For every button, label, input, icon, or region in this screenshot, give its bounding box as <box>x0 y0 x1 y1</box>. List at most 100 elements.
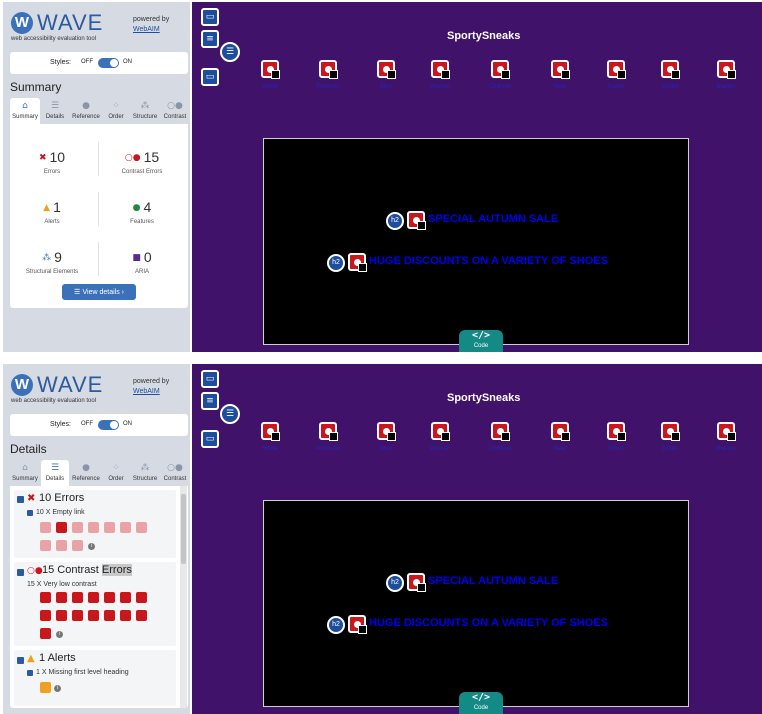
empty-link-error-icon[interactable] <box>40 522 51 533</box>
tab-order[interactable]: ⁘ Order <box>103 460 129 486</box>
tab-contrast[interactable]: ○● Contrast <box>161 98 189 124</box>
nav-item-outlet[interactable]: Outlet <box>644 60 696 90</box>
info-icon[interactable]: i <box>88 543 95 550</box>
nav-item-new[interactable]: New <box>534 60 586 90</box>
contrast-error-icon[interactable] <box>40 592 51 603</box>
nav-item-brands[interactable]: Brands <box>700 422 752 452</box>
nav-item-products[interactable]: Products <box>302 60 354 90</box>
stat-aria[interactable]: ■ 0 ARIA <box>102 248 182 275</box>
tab-reference[interactable]: ● Reference <box>69 98 103 124</box>
empty-link-error-icon[interactable] <box>431 422 450 441</box>
empty-link-error-icon[interactable] <box>551 60 570 79</box>
nav-item-brands[interactable]: Brands <box>700 60 752 90</box>
heading-h2-icon[interactable]: h2 <box>386 212 404 230</box>
heading-h2-icon[interactable]: h2 <box>386 574 404 592</box>
contrast-error-icon[interactable] <box>72 610 83 621</box>
nav-label[interactable]: Women <box>414 84 466 90</box>
contrast-error-icon[interactable] <box>348 615 367 634</box>
tab-summary[interactable]: ⌂ Summary <box>10 98 40 124</box>
nav-item-home[interactable]: Home <box>244 60 296 90</box>
empty-link-error-icon[interactable] <box>56 522 67 533</box>
code-toggle-button[interactable]: </> Code <box>459 330 503 352</box>
tab-details[interactable]: ☰ Details <box>41 460 69 486</box>
stat-errors[interactable]: ✖ 10 Errors <box>12 148 92 175</box>
empty-link-error-icon[interactable] <box>40 540 51 551</box>
nav-label[interactable]: Brands <box>700 84 752 90</box>
nav-label[interactable]: New <box>534 446 586 452</box>
empty-link-error-icon[interactable] <box>319 60 338 79</box>
nav-item-women[interactable]: Women <box>414 422 466 452</box>
contrast-error-icon[interactable] <box>88 610 99 621</box>
empty-link-error-icon[interactable] <box>88 522 99 533</box>
empty-link-error-icon[interactable] <box>261 422 280 441</box>
tab-reference[interactable]: ● Reference <box>69 460 103 486</box>
scroll-thumb[interactable] <box>181 494 186 564</box>
contrast-error-icon[interactable] <box>348 253 367 272</box>
nav-label[interactable]: Home <box>244 84 296 90</box>
nav-label[interactable]: Outlet <box>644 84 696 90</box>
view-details-button[interactable]: ☰ View details › <box>62 284 136 300</box>
tab-order[interactable]: ⁘ Order <box>103 98 129 124</box>
nav-label[interactable]: Men <box>360 84 412 90</box>
region-icon[interactable]: ▭ <box>201 68 219 86</box>
nav-label[interactable]: Sports <box>590 84 642 90</box>
stat-features[interactable]: ● 4 Features <box>102 198 182 225</box>
nav-item-sports[interactable]: Sports <box>590 60 642 90</box>
alerts-checkbox[interactable] <box>17 657 24 664</box>
region-icon[interactable]: ▭ <box>201 370 219 388</box>
nav-item-women[interactable]: Women <box>414 60 466 90</box>
empty-link-error-icon[interactable] <box>607 60 626 79</box>
contrast-error-icon[interactable] <box>104 592 115 603</box>
unordered-list-icon[interactable]: ☰ <box>220 42 240 62</box>
nav-label[interactable]: Brands <box>700 446 752 452</box>
tab-structure[interactable]: ⁂ Structure <box>129 460 161 486</box>
region-icon[interactable]: ▭ <box>201 8 219 26</box>
nav-item-outlet[interactable]: Outlet <box>644 422 696 452</box>
empty-link-error-icon[interactable] <box>607 422 626 441</box>
empty-link-error-icon[interactable] <box>72 540 83 551</box>
contrast-error-icon[interactable] <box>136 610 147 621</box>
nav-label[interactable]: Children <box>474 84 526 90</box>
contrast-error-icon[interactable] <box>104 610 115 621</box>
contrast-error-icon[interactable] <box>72 592 83 603</box>
stat-structural-elements[interactable]: ⁂ 9 Structural Elements <box>12 248 92 275</box>
contrast-error-icon[interactable] <box>56 610 67 621</box>
empty-link-error-icon[interactable] <box>717 60 736 79</box>
contrast-error-icon[interactable] <box>40 628 51 639</box>
heading-h2-icon[interactable]: h2 <box>327 254 345 272</box>
stat-contrast-errors[interactable]: ○● 15 Contrast Errors <box>102 148 182 175</box>
contrast-error-icon[interactable] <box>407 573 426 592</box>
contrast-error-icon[interactable] <box>407 211 426 230</box>
errors-checkbox[interactable] <box>17 496 24 503</box>
contrast-error-icon[interactable] <box>120 610 131 621</box>
nav-item-men[interactable]: Men <box>360 422 412 452</box>
empty-link-error-icon[interactable] <box>431 60 450 79</box>
empty-link-error-icon[interactable] <box>491 422 510 441</box>
empty-link-error-icon[interactable] <box>661 422 680 441</box>
empty-link-error-icon[interactable] <box>120 522 131 533</box>
region-icon[interactable]: ▭ <box>201 430 219 448</box>
empty-link-error-icon[interactable] <box>104 522 115 533</box>
code-toggle-button[interactable]: </> Code <box>459 692 503 714</box>
heading-h2-icon[interactable]: h2 <box>327 616 345 634</box>
nav-label[interactable]: Sports <box>590 446 642 452</box>
webaim-link[interactable]: WebAIM <box>133 388 160 395</box>
tab-contrast[interactable]: ○● Contrast <box>161 460 189 486</box>
empty-link-error-icon[interactable] <box>319 422 338 441</box>
empty-link-error-icon[interactable] <box>377 60 396 79</box>
contrast-checkbox[interactable] <box>17 569 24 576</box>
empty-link-error-icon[interactable] <box>717 422 736 441</box>
empty-link-error-icon[interactable] <box>72 522 83 533</box>
styles-toggle[interactable] <box>98 420 119 430</box>
nav-label[interactable]: Products <box>302 446 354 452</box>
missing-h1-checkbox[interactable] <box>27 670 33 676</box>
nav-item-men[interactable]: Men <box>360 60 412 90</box>
nav-item-children[interactable]: Children <box>474 60 526 90</box>
nav-item-new[interactable]: New <box>534 422 586 452</box>
empty-link-error-icon[interactable] <box>377 422 396 441</box>
details-scrollbar[interactable] <box>180 486 187 708</box>
nav-item-children[interactable]: Children <box>474 422 526 452</box>
empty-link-error-icon[interactable] <box>261 60 280 79</box>
nav-label[interactable]: Home <box>244 446 296 452</box>
contrast-error-icon[interactable] <box>136 592 147 603</box>
